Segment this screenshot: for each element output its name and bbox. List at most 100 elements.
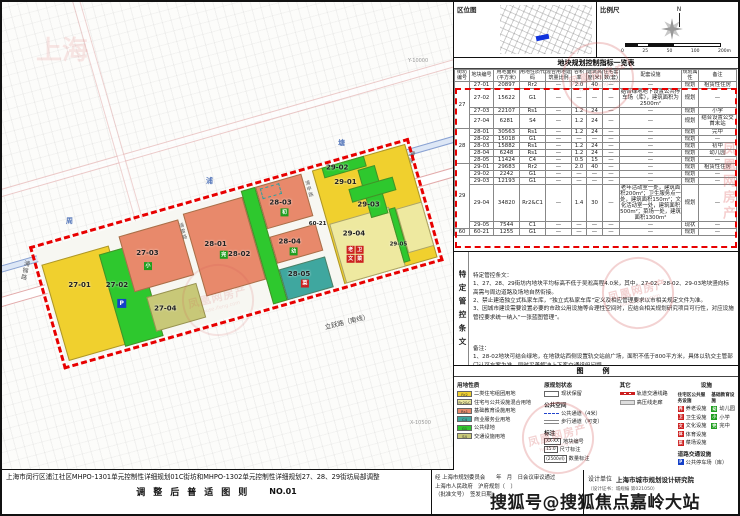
parcel-icons-27-03: 小 [144, 262, 162, 270]
table-cell-mix: — [546, 156, 572, 163]
parcel-label-28-01: 28-01 [204, 240, 226, 248]
table-cell-remark: 完中 [699, 128, 737, 135]
legend-middle-column: 原规划状态 现状保留 公共空间 公共通道（4米）步行通道（可变） 标注 XX-X… [544, 379, 615, 467]
table-row: 2828-0130563Rs1—1.224——规划完中 [455, 128, 737, 135]
table-cell-mix: — [546, 89, 572, 108]
table-cell-facilities: — [620, 82, 682, 89]
table-cell-remark: 租赁性住房 [699, 82, 737, 89]
service-icon: 卫 [356, 246, 364, 254]
table-cell-far: — [572, 89, 587, 108]
table-cell-facilities: — [620, 170, 682, 177]
table-cell-far: 0.5 [572, 156, 587, 163]
sheet-name: 调整后普适图则 [136, 485, 255, 498]
parking-icon: P [678, 459, 684, 465]
table-cell-height: 24 [587, 108, 603, 115]
table-cell-parcel: 28-05 [470, 156, 494, 163]
table-cell-attr: 规划 [682, 156, 699, 163]
facility-icon: 完 [711, 423, 717, 429]
facility-icon: 养 [678, 406, 684, 412]
facility-group: 基础教育设施幼幼儿园小小学完完中 [711, 390, 735, 448]
table-cell-mix: — [546, 135, 572, 142]
wind-rose-icon [659, 16, 685, 46]
table-cell-facilities: — [620, 142, 682, 149]
table-cell-units: — [603, 222, 620, 229]
legend-other-item: 轨道交通线路 [620, 390, 674, 397]
scale-tick-label: 50 [667, 49, 673, 54]
landuse-swatch: Rr2&C [457, 399, 472, 405]
table-cell-area: 6281 [494, 115, 520, 128]
table-cell-attr: 规划 [682, 177, 699, 184]
table-cell-area: 7544 [494, 222, 520, 229]
table-cell-units: — [603, 82, 620, 89]
table-cell-far: 1.2 [572, 128, 587, 135]
table-cell-area: 11424 [494, 156, 520, 163]
table-cell-code: Rr2 [520, 82, 546, 89]
table-column-header: 用地性质代码 [520, 70, 546, 82]
table-cell-facilities: — [620, 177, 682, 184]
facility-icon: 文 [678, 423, 684, 429]
legend-landuse-item: C4商业服务业用地 [457, 416, 540, 423]
table-cell-mix: — [546, 82, 572, 89]
table-cell-facilities: — [620, 108, 682, 115]
provisions-block-2: 备注： 1、28-02地块可结合绿地，在地铁站西侧设置轨交站前广场，面积不低于8… [473, 345, 734, 365]
table-cell-far: — [572, 222, 587, 229]
block-number-cell: 27 [455, 82, 470, 128]
location-map-title: 区位图 [457, 4, 477, 14]
table-cell-code: Rs1 [520, 142, 546, 149]
table-cell-units: — [603, 163, 620, 170]
table-cell-mix: — [546, 128, 572, 135]
landuse-swatch: C4 [457, 416, 472, 422]
design-cell: 设计单位 上海市城市规划设计研究院 （设计证书：城规编 第021050） [584, 470, 738, 514]
table-cell-facilities: 结合绿地地下设置公共停车场（库），建筑面积为2500m² [620, 89, 682, 108]
design-unit-label: 设计单位 [588, 474, 612, 483]
table-cell-attr: 规划 [682, 115, 699, 128]
scale-title: 比例尺 [600, 4, 620, 14]
table-cell-area: 30563 [494, 128, 520, 135]
legend-other-header: 其它 [620, 381, 674, 389]
plan-sheet: 周 浦 塘 浦锦路 浦锦南路 立跃路（南线） Y-10000 X-10500 浦… [0, 0, 740, 516]
legend-facility-item: 养养老设施 [678, 405, 707, 412]
table-cell-height: — [587, 89, 603, 108]
table-cell-mix: — [546, 222, 572, 229]
legend-landuse-item: Rr2二类住宅组团用地 [457, 390, 540, 397]
table-column-header: 用地面积(平方米) [494, 70, 520, 82]
table-cell-code: G1 [520, 89, 546, 108]
table-cell-attr: 规划 [682, 170, 699, 177]
legend-landuse-header: 用地性质 [457, 381, 540, 389]
table-cell-height: 30 [587, 184, 603, 221]
table-column-header: 配套设施 [620, 70, 682, 82]
scale-bar-labels: 02550100200m [621, 49, 731, 54]
legend-annotation-item: (2500㎡)数量标注 [544, 455, 615, 463]
table-cell-facilities: — [620, 229, 682, 236]
table-cell-remark: 结合设置公交首末站 [699, 115, 737, 128]
parcel-label-29-01: 29-01 [334, 178, 356, 186]
location-map-cell: 区位图 [454, 2, 597, 57]
approval-line: 上海市人民政府 沪府规划〔 〕 [435, 483, 580, 492]
table-cell-units: — [603, 128, 620, 135]
provisions-text: 特定管控条文： 1、27、28、29街坊内地块平均标高不低于吴淞高程4.0米，其… [469, 252, 738, 365]
block-number-cell: 28 [455, 128, 470, 163]
table-cell-units: — [603, 89, 620, 108]
table-cell-units: — [603, 149, 620, 156]
table-cell-code: Rr2&C1 [520, 184, 546, 221]
table-cell-facilities: — [620, 128, 682, 135]
table-cell-parcel: 29-05 [470, 222, 494, 229]
table-cell-code: Rs1 [520, 149, 546, 156]
table-cell-height: 24 [587, 115, 603, 128]
provisions-side-label: 特定管控条文 [454, 252, 469, 365]
table-cell-parcel: 28-03 [470, 142, 494, 149]
facility-icon: 小 [711, 414, 717, 420]
table-cell-far: 1.2 [572, 142, 587, 149]
legend-publicspace-header: 公共空间 [544, 401, 615, 409]
table-cell-code: Rr2 [520, 163, 546, 170]
river-label-char: 塘 [338, 138, 345, 148]
edu-icon: 幼 [290, 247, 298, 255]
parcel-label-27-01: 27-01 [68, 281, 90, 289]
sheet-number: NO.01 [269, 487, 297, 496]
table-cell-mix: — [546, 229, 572, 236]
table-cell-facilities: — [620, 135, 682, 142]
legend-status-item: 现状保留 [544, 390, 615, 397]
block-number-cell: 29 [455, 163, 470, 228]
table-cell-code: G1 [520, 170, 546, 177]
parking-icon: P [117, 299, 126, 308]
